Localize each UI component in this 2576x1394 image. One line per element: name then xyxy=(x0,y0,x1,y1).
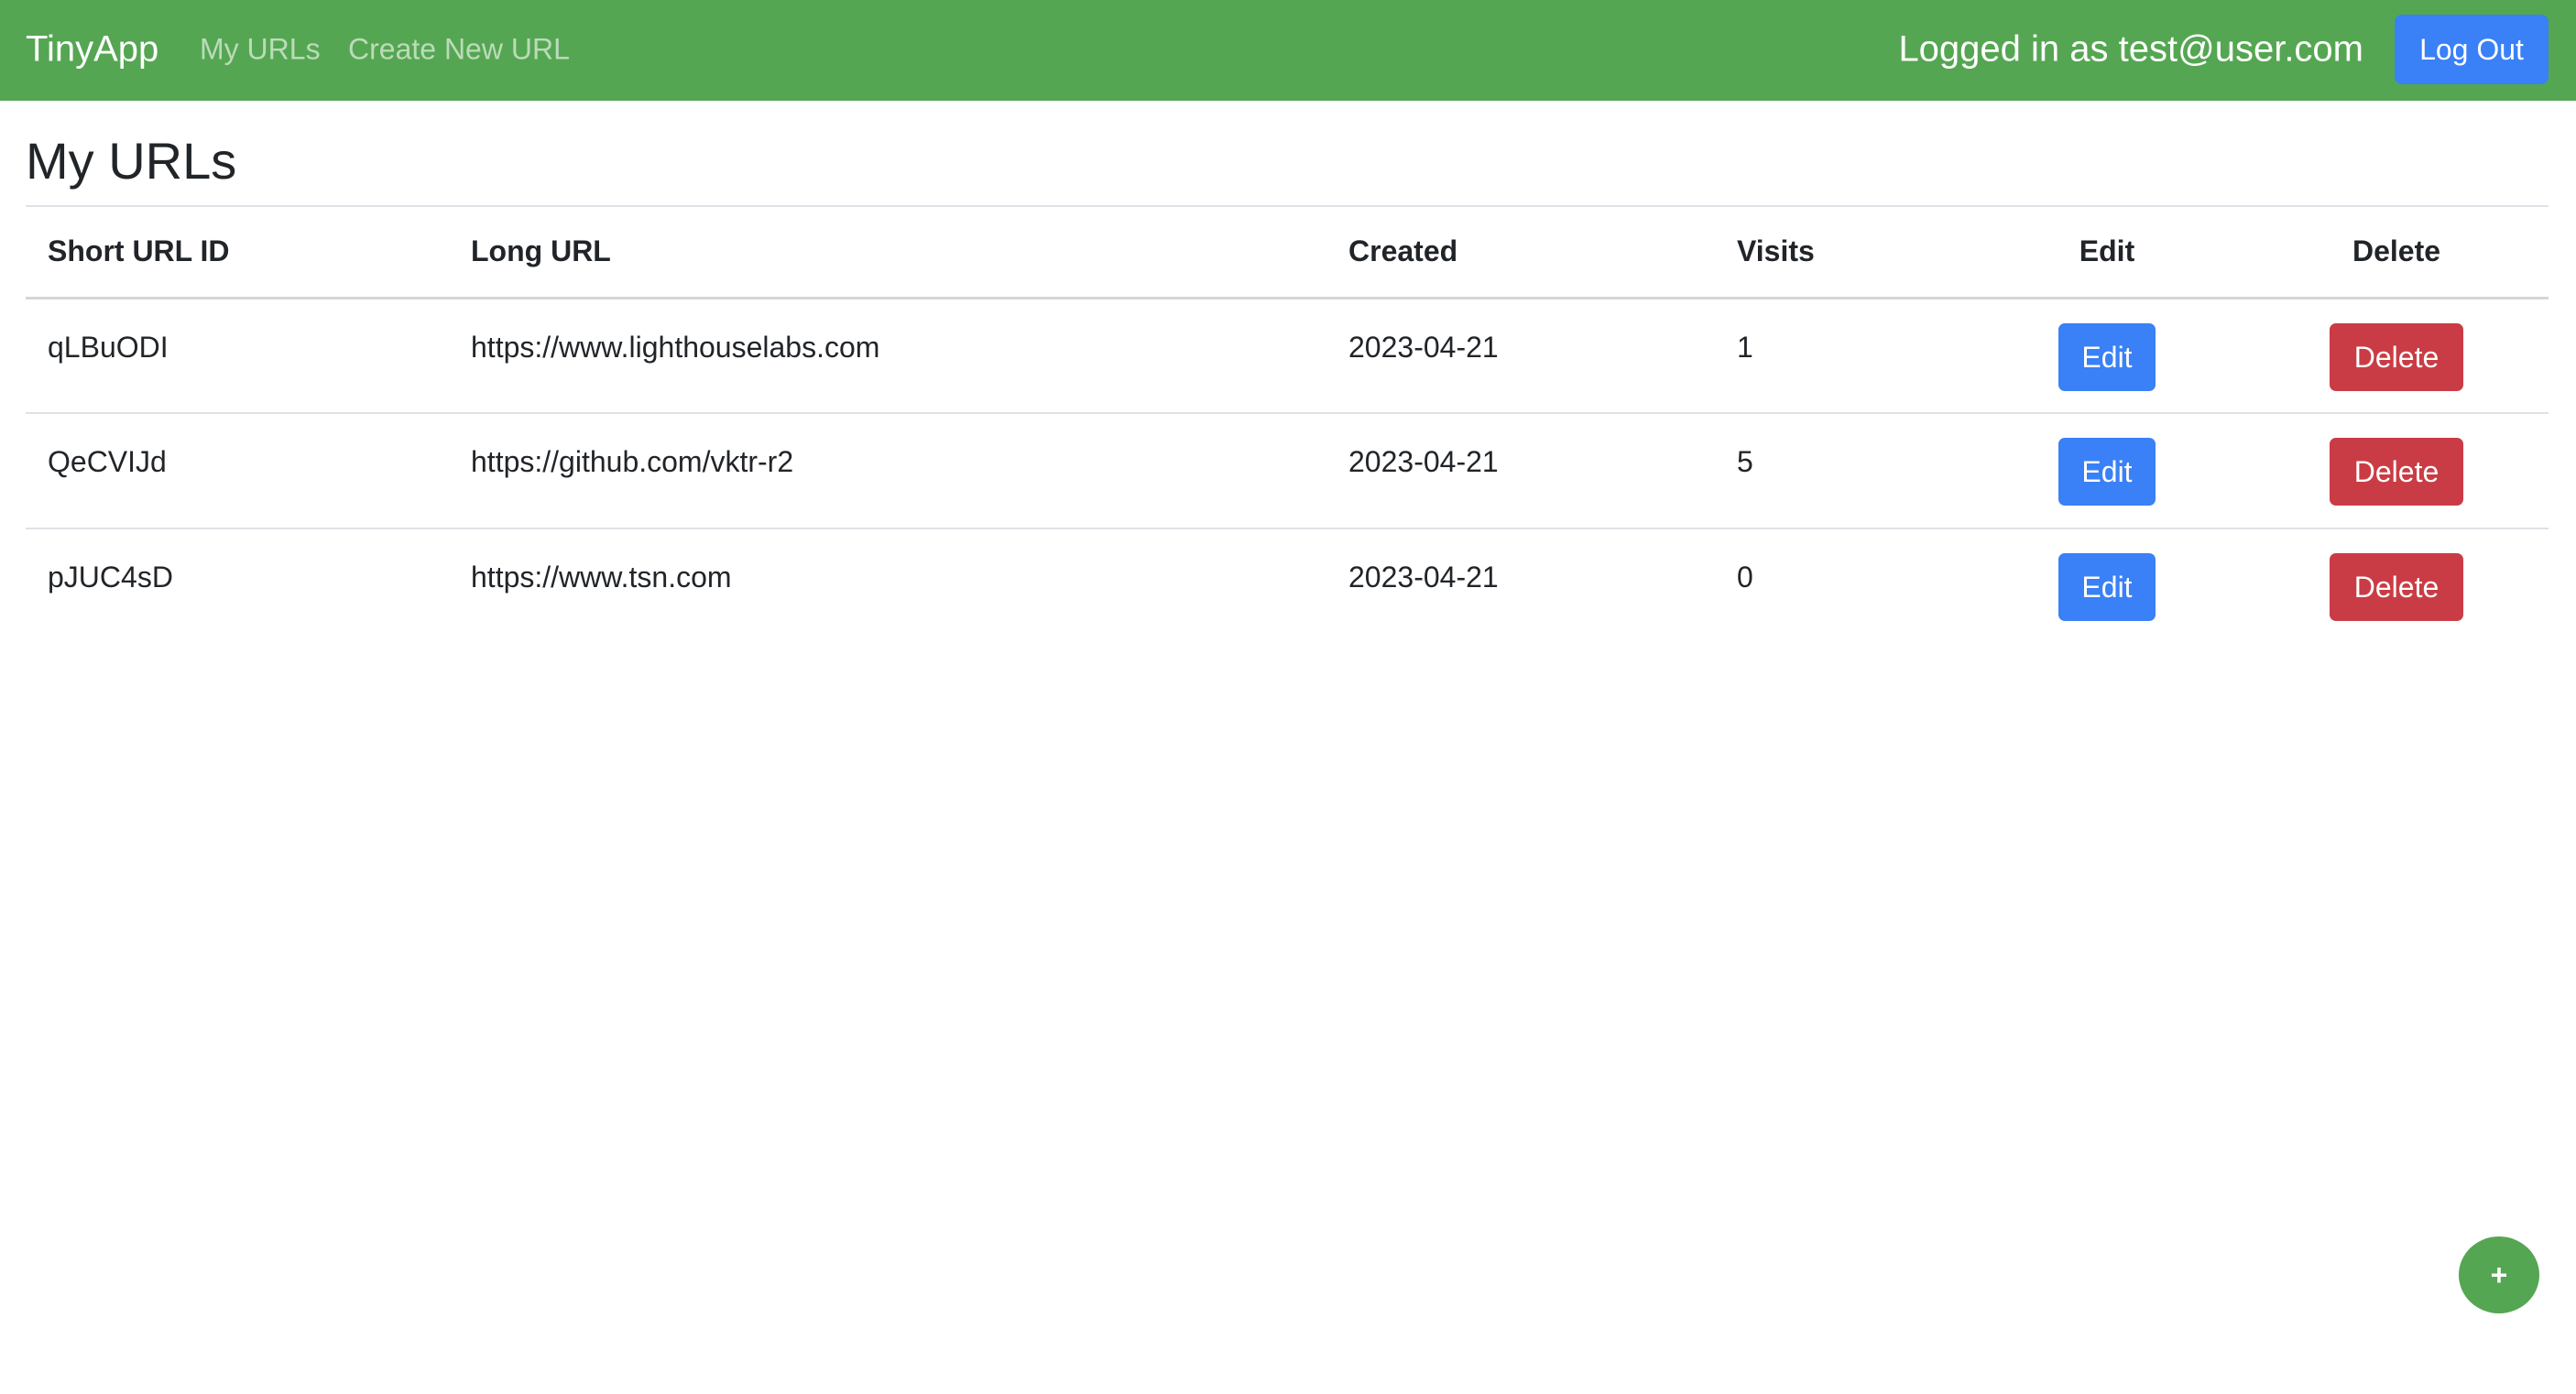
created-cell: 2023-04-21 xyxy=(1348,330,1499,364)
logout-button[interactable]: Log Out xyxy=(2395,15,2549,84)
delete-cell: Delete xyxy=(2244,413,2549,528)
header-visits: Visits xyxy=(1737,234,1815,268)
header-edit: Edit xyxy=(2079,234,2135,268)
header-delete: Delete xyxy=(2352,234,2441,268)
delete-cell: Delete xyxy=(2244,298,2549,413)
short-url-id-cell: QeCVIJd xyxy=(48,445,167,478)
delete-button[interactable]: Delete xyxy=(2330,553,2463,621)
logged-in-status: Logged in as test@user.com xyxy=(1898,28,2363,70)
long-url-cell: https://github.com/vktr-r2 xyxy=(471,445,794,478)
edit-cell: Edit xyxy=(1970,298,2244,413)
short-url-id-cell: pJUC4sD xyxy=(48,561,173,594)
brand-link[interactable]: TinyApp xyxy=(26,29,158,71)
table-header: Short URL ID Long URL Created Visits Edi… xyxy=(26,206,2549,298)
long-url-cell: https://www.tsn.com xyxy=(471,561,732,594)
table-row: QeCVIJd https://github.com/vktr-r2 2023-… xyxy=(26,413,2549,528)
short-url-id-cell: qLBuODI xyxy=(48,330,169,364)
delete-button[interactable]: Delete xyxy=(2330,438,2463,506)
page-title: My URLs xyxy=(26,132,237,190)
add-url-fab-button[interactable]: + xyxy=(2459,1236,2539,1313)
edit-cell: Edit xyxy=(1970,528,2244,644)
delete-cell: Delete xyxy=(2244,528,2549,644)
visits-cell: 1 xyxy=(1737,330,1753,364)
navbar: TinyApp My URLs Create New URL Logged in… xyxy=(0,0,2576,101)
edit-button[interactable]: Edit xyxy=(2058,322,2156,391)
created-cell: 2023-04-21 xyxy=(1348,561,1499,594)
edit-button[interactable]: Edit xyxy=(2058,438,2156,506)
header-short-url-id: Short URL ID xyxy=(48,234,230,268)
table-header-row: Short URL ID Long URL Created Visits Edi… xyxy=(26,206,2549,298)
visits-cell: 5 xyxy=(1737,445,1753,478)
visits-cell: 0 xyxy=(1737,561,1753,594)
table-row: pJUC4sD https://www.tsn.com 2023-04-21 0… xyxy=(26,528,2549,644)
edit-cell: Edit xyxy=(1970,413,2244,528)
delete-button[interactable]: Delete xyxy=(2330,322,2463,391)
created-cell: 2023-04-21 xyxy=(1348,445,1499,478)
nav-link-my-urls[interactable]: My URLs xyxy=(200,33,321,67)
long-url-cell: https://www.lighthouselabs.com xyxy=(471,330,880,364)
plus-icon: + xyxy=(2490,1258,2508,1291)
urls-table: Short URL ID Long URL Created Visits Edi… xyxy=(26,205,2549,644)
header-long-url: Long URL xyxy=(471,234,611,268)
table-body: qLBuODI https://www.lighthouselabs.com 2… xyxy=(26,298,2549,644)
header-created: Created xyxy=(1348,234,1458,268)
edit-button[interactable]: Edit xyxy=(2058,553,2156,621)
nav-link-create-new-url[interactable]: Create New URL xyxy=(348,33,570,67)
table-row: qLBuODI https://www.lighthouselabs.com 2… xyxy=(26,298,2549,413)
